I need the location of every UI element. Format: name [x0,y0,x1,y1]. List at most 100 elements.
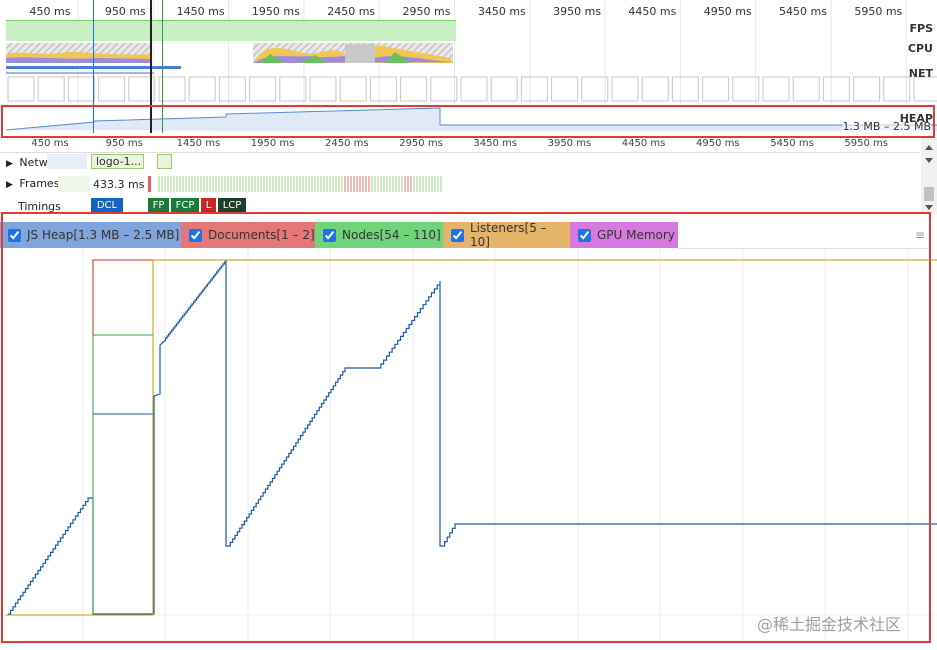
net-box [611,76,639,102]
counter-checkbox[interactable] [8,228,21,242]
net-box [249,76,277,102]
counter-label: GPU Memory [597,228,675,242]
frame-bar [290,176,292,192]
counter-tab-1[interactable]: Documents[1 – 2] [181,222,315,248]
frame-bar [170,176,172,192]
frame-bar [209,176,211,192]
net-label: NET [908,67,933,80]
timing-marker-lcp[interactable]: LCP [218,198,246,213]
scroll-down-icon-2[interactable] [925,205,933,210]
frame-duration: 433.3 ms [93,178,145,191]
expand-arrow-icon[interactable]: ▶ [6,159,13,169]
counters-graph [0,248,937,640]
frame-bar [206,176,208,192]
frame-bar [203,176,205,192]
frame-bar [278,176,280,192]
cpu-track [6,43,453,63]
counter-checkbox[interactable] [323,228,336,242]
frame-bar [218,176,220,192]
frame-bar [275,176,277,192]
frame-bar [164,176,166,192]
network-request-item[interactable]: logo-1... [91,154,144,169]
frame-bar [353,176,355,192]
net-box [430,76,458,102]
scroll-up-icon[interactable] [925,145,933,150]
net-box [671,76,699,102]
frame-bar [185,176,187,192]
timing-marker-fp[interactable]: FP [148,198,169,213]
counter-tab-0[interactable]: JS Heap[1.3 MB – 2.5 MB] [0,222,181,248]
selection-right-marker[interactable] [150,0,152,133]
scrollbar-thumb[interactable] [924,187,934,201]
frames-track-row[interactable]: ▶ Frames [6,177,59,190]
net-box [400,76,428,102]
frame-bar [284,176,286,192]
timing-marker-l[interactable]: L [201,198,216,213]
frame-bar [302,176,304,192]
frame-bar [359,176,361,192]
ruler-tick-label: 2950 ms [399,138,443,149]
frame-bar [179,176,181,192]
counter-checkbox[interactable] [451,228,464,242]
counter-label: JS Heap[1.3 MB – 2.5 MB] [27,228,180,242]
frame-bar [188,176,190,192]
counter-checkbox[interactable] [189,228,202,242]
counter-menu-icon[interactable]: ≡ [915,228,925,242]
frame-bar [386,176,388,192]
net-box [702,76,730,102]
net-box [309,76,337,102]
frame-bar [272,176,274,192]
ruler-tick-label: 4950 ms [696,138,740,149]
frame-bar [236,176,238,192]
frame-bar [335,176,337,192]
network-request-bar[interactable] [47,154,87,169]
heap-label: HEAP [899,112,933,125]
frame-bar [257,176,259,192]
frame-bar [398,176,400,192]
expand-arrow-icon[interactable]: ▶ [6,180,13,190]
listeners-line [6,259,937,616]
net-box [98,76,126,102]
js-heap-line [8,260,937,615]
net-box [822,76,850,102]
network-request-bar-2[interactable] [157,154,172,169]
scroll-down-icon[interactable] [925,158,933,163]
frame-bar [293,176,295,192]
frame-bar [227,176,229,192]
selection-left-marker[interactable] [93,0,94,133]
frame-bar [221,176,223,192]
frame-bar [230,176,232,192]
frame-bar [437,176,439,192]
counter-tab-2[interactable]: Nodes[54 – 110] [315,222,443,248]
frame-bar [281,176,283,192]
ruler-tick-label: 5450 ms [770,138,814,149]
frame-bar [392,176,394,192]
frame-bar [191,176,193,192]
flamechart-scrollbar[interactable] [921,138,937,214]
frame-bar [356,176,358,192]
net-box [490,76,518,102]
counter-checkbox[interactable] [578,228,591,242]
frame-bar [197,176,199,192]
net-track [6,66,937,102]
timeline-overview[interactable]: 450 ms 950 ms 1450 ms 1950 ms 2450 ms 2950 ms… [0,0,937,138]
timing-marker-dcl[interactable]: DCL [91,198,123,213]
net-box [641,76,669,102]
frame-bar [161,176,163,192]
ruler-tick-label: 450 ms [31,138,69,149]
frame-bar [350,176,352,192]
counter-tab-4[interactable]: GPU Memory [570,222,678,248]
frame-bar [182,176,184,192]
fps-label: FPS [909,22,934,35]
net-box [460,76,488,102]
timing-marker-fcp[interactable]: FCP [171,198,199,213]
frame-bar [389,176,391,192]
counter-label: Documents[1 – 2] [208,228,315,242]
frames-track-label: Frames [19,177,60,190]
frame-bar [311,176,313,192]
ruler-tick-label: 3450 ms [473,138,517,149]
fps-track [6,20,456,41]
timings-track-row[interactable]: Timings [18,200,61,213]
counter-tab-3[interactable]: Listeners[5 – 10] [443,221,570,249]
net-box [188,76,216,102]
